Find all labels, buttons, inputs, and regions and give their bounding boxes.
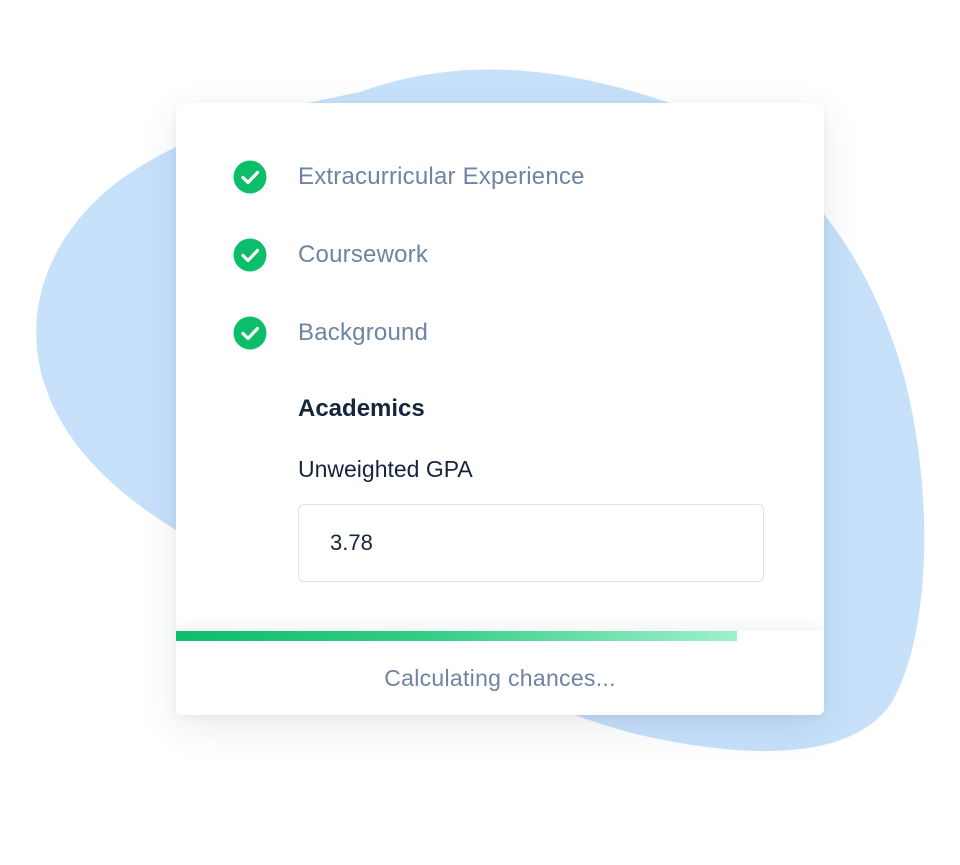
step-extracurricular: Extracurricular Experience [233,159,585,195]
check-circle-icon [233,238,267,272]
progress-bar-fill [176,631,738,641]
section-title-academics: Academics [298,395,425,422]
step-coursework: Coursework [233,237,428,273]
progress-footer: Calculating chances... [176,631,824,715]
step-label: Extracurricular Experience [298,163,585,190]
stage: Extracurricular Experience Coursework Ba… [0,0,960,865]
check-circle-icon [233,160,267,194]
chances-card: Extracurricular Experience Coursework Ba… [176,103,824,715]
gpa-input[interactable] [298,504,764,582]
step-label: Coursework [298,241,429,268]
step-label: Background [298,319,429,346]
check-circle-icon [233,316,267,350]
progress-bar [176,631,824,641]
status-text: Calculating chances... [384,665,616,691]
gpa-field-label: Unweighted GPA [298,456,473,482]
step-background: Background [233,315,428,351]
